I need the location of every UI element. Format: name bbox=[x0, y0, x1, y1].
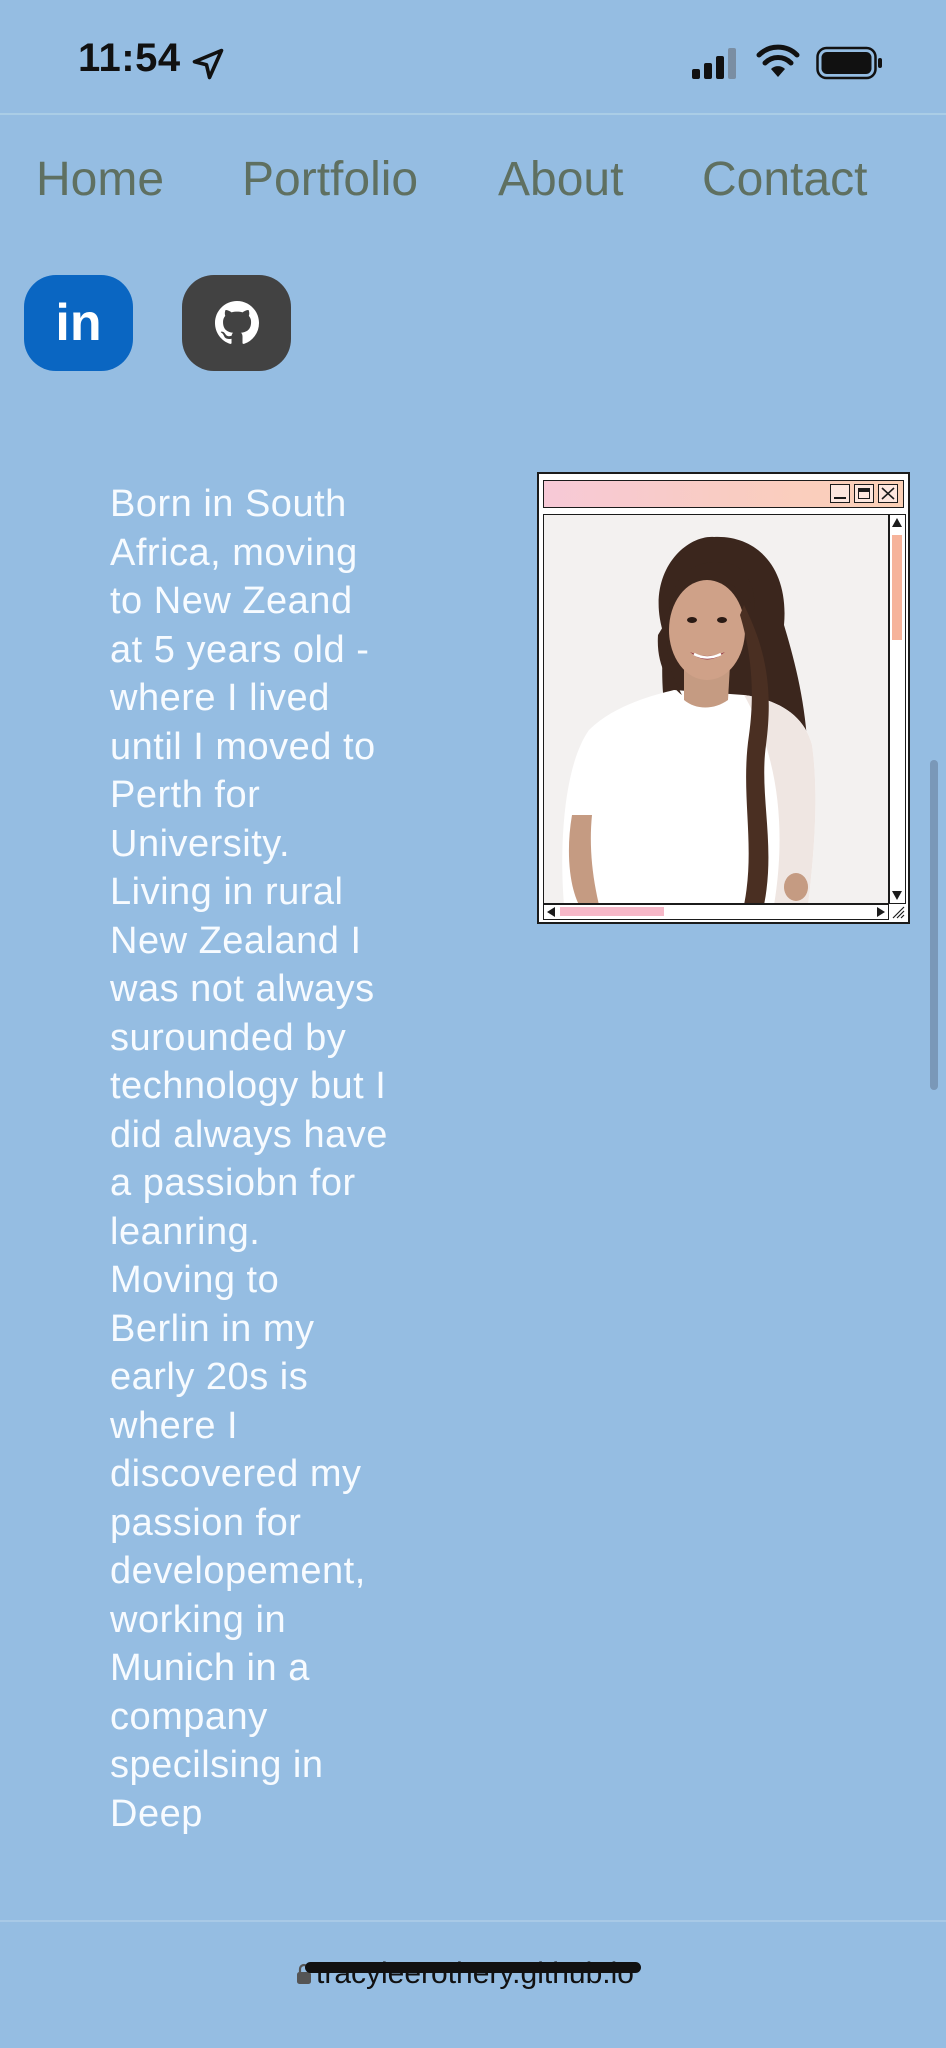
scroll-up-arrow-icon[interactable] bbox=[892, 518, 902, 527]
github-icon bbox=[215, 301, 259, 344]
main-nav: Home Portfolio About Contact bbox=[36, 152, 916, 222]
scroll-down-arrow-icon[interactable] bbox=[892, 891, 902, 900]
nav-home[interactable]: Home bbox=[36, 152, 164, 207]
vertical-scroll-thumb[interactable] bbox=[892, 535, 902, 640]
url-field[interactable]: tracyleerothery.github.io bbox=[296, 1952, 634, 1996]
portrait-photo bbox=[544, 515, 888, 903]
home-indicator[interactable] bbox=[305, 1962, 641, 1973]
maximize-icon[interactable] bbox=[854, 484, 874, 503]
window-titlebar bbox=[543, 480, 904, 508]
photo-window bbox=[537, 472, 910, 924]
cellular-signal-icon bbox=[692, 48, 736, 79]
wifi-icon bbox=[756, 44, 800, 77]
header-divider bbox=[0, 113, 946, 115]
window-horizontal-scrollbar[interactable] bbox=[543, 904, 889, 920]
minimize-icon[interactable] bbox=[830, 484, 850, 503]
horizontal-scroll-thumb[interactable] bbox=[560, 907, 664, 916]
linkedin-icon: in bbox=[55, 294, 102, 352]
nav-about[interactable]: About bbox=[498, 152, 623, 207]
nav-portfolio[interactable]: Portfolio bbox=[242, 152, 418, 207]
battery-icon bbox=[816, 46, 882, 80]
nav-contact[interactable]: Contact bbox=[702, 152, 867, 207]
window-vertical-scrollbar[interactable] bbox=[889, 514, 906, 904]
bio-text: Born in South Africa, moving to New Zean… bbox=[110, 483, 388, 1835]
portrait-frame bbox=[543, 514, 889, 904]
status-time: 11:54 bbox=[78, 36, 181, 80]
browser-address-bar: tracyleerothery.github.io bbox=[0, 1920, 946, 2048]
close-icon[interactable] bbox=[878, 484, 898, 503]
scroll-left-arrow-icon[interactable] bbox=[547, 907, 555, 917]
github-button[interactable] bbox=[182, 275, 291, 371]
scroll-right-arrow-icon[interactable] bbox=[877, 907, 885, 917]
location-arrow-icon bbox=[192, 48, 224, 80]
linkedin-button[interactable]: in bbox=[24, 275, 133, 371]
resize-grip-icon[interactable] bbox=[889, 904, 906, 920]
status-bar: 11:54 bbox=[0, 0, 946, 112]
page-scrollbar[interactable] bbox=[930, 760, 938, 1090]
